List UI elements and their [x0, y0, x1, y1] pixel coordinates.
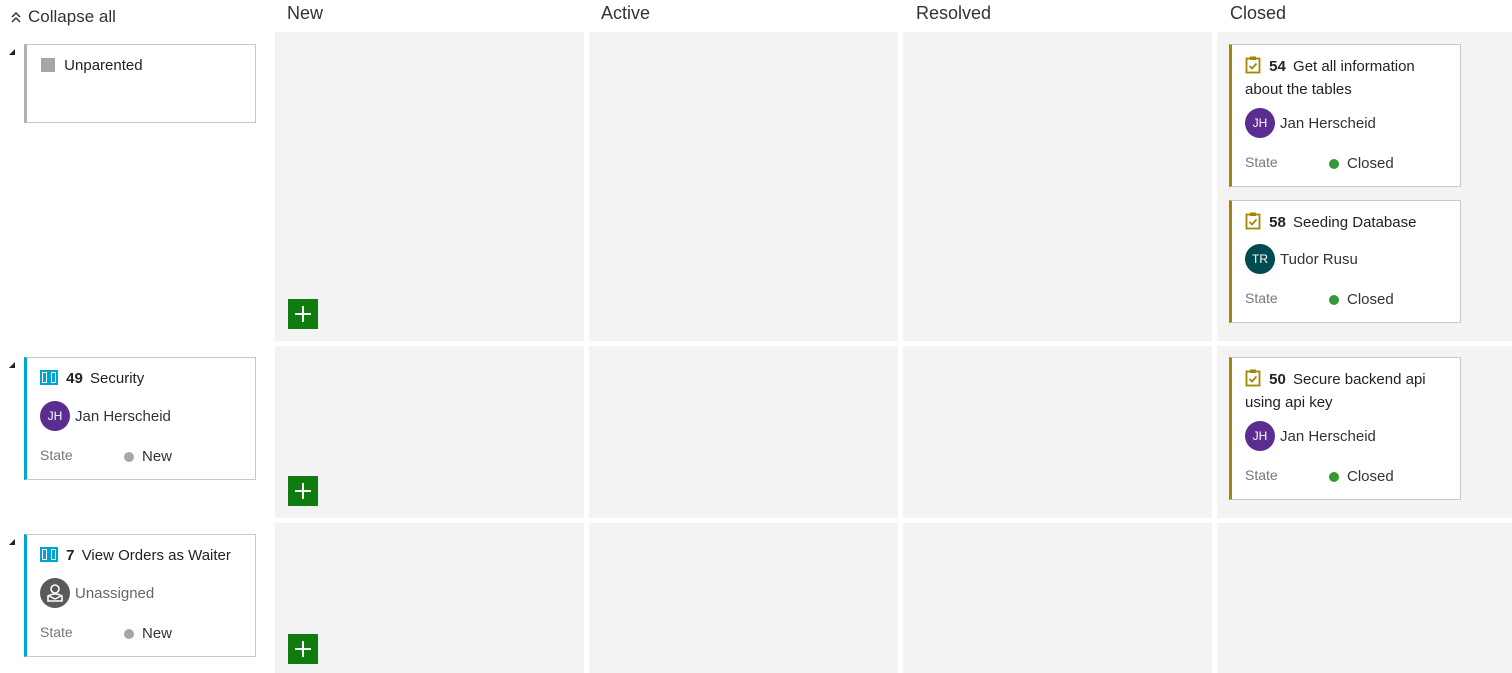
- row-collapse-toggle-icon[interactable]: [9, 49, 15, 55]
- state-label: State: [40, 624, 73, 640]
- state-new-dot-icon: [124, 451, 134, 462]
- column-header-active: Active: [601, 3, 651, 23]
- card-assignee[interactable]: JH Jan Herscheid: [1245, 108, 1376, 138]
- add-task-button[interactable]: [288, 634, 318, 664]
- task-card-54[interactable]: 54 Get all information about the tables …: [1229, 44, 1461, 187]
- unparented-icon: [40, 57, 56, 79]
- cell-view-orders-new: [275, 523, 584, 673]
- column-header-new: New: [287, 3, 324, 23]
- state-text: Closed: [1347, 291, 1394, 308]
- cell-security-resolved: [903, 346, 1212, 518]
- state-value[interactable]: New: [124, 448, 172, 465]
- avatar: JH: [40, 401, 70, 431]
- cell-security-new: [275, 346, 584, 518]
- cell-view-orders-closed: [1217, 523, 1512, 673]
- state-label: State: [1245, 154, 1278, 170]
- assignee-name: Jan Herscheid: [75, 407, 171, 425]
- assignee-name: Unassigned: [75, 584, 155, 602]
- column-header-closed: Closed: [1230, 3, 1287, 23]
- task-clipboard-icon: [1245, 369, 1261, 393]
- card-title-row: 58 Seeding Database: [1245, 212, 1450, 236]
- card-title[interactable]: Security: [90, 370, 144, 387]
- add-task-button[interactable]: [288, 476, 318, 506]
- state-closed-dot-icon: [1329, 471, 1339, 482]
- card-id: 58: [1269, 214, 1286, 231]
- state-new-dot-icon: [124, 628, 134, 639]
- avatar: JH: [1245, 108, 1275, 138]
- book-icon: [40, 370, 58, 392]
- cell-view-orders-resolved: [903, 523, 1212, 673]
- card-title: Unparented: [64, 57, 143, 74]
- unassigned-user-icon: [40, 578, 70, 608]
- state-label: State: [1245, 467, 1278, 483]
- assignee-name: Tudor Rusu: [1280, 250, 1358, 268]
- plus-icon: [295, 306, 311, 322]
- card-title-row: 54 Get all information about the tables: [1245, 56, 1450, 100]
- card-id: 49: [66, 370, 83, 387]
- column-header-resolved: Resolved: [916, 3, 992, 23]
- avatar: JH: [1245, 421, 1275, 451]
- parent-card-security[interactable]: 49 Security JH Jan Herscheid State New: [24, 357, 256, 480]
- card-title-row: Unparented: [40, 56, 245, 79]
- add-task-button[interactable]: [288, 299, 318, 329]
- parent-card-unparented[interactable]: Unparented: [24, 44, 256, 123]
- plus-icon: [295, 483, 311, 499]
- task-clipboard-icon: [1245, 56, 1261, 80]
- cell-security-active: [589, 346, 898, 518]
- double-chevron-up-icon: [11, 11, 21, 23]
- state-closed-dot-icon: [1329, 294, 1339, 305]
- row-collapse-toggle-icon[interactable]: [9, 539, 15, 545]
- state-label: State: [1245, 290, 1278, 306]
- card-title-row: 50 Secure backend api using api key: [1245, 369, 1450, 413]
- state-label: State: [40, 447, 73, 463]
- cell-unparented-active: [589, 32, 898, 341]
- card-title[interactable]: Seeding Database: [1293, 214, 1416, 231]
- assignee-name: Jan Herscheid: [1280, 427, 1376, 445]
- collapse-all-label: Collapse all: [28, 7, 116, 26]
- task-card-58[interactable]: 58 Seeding Database TR Tudor Rusu State …: [1229, 200, 1461, 323]
- collapse-all-button[interactable]: Collapse all: [8, 5, 116, 29]
- plus-icon: [295, 641, 311, 657]
- state-text: Closed: [1347, 155, 1394, 172]
- parent-card-view-orders[interactable]: 7 View Orders as Waiter Unassigned State…: [24, 534, 256, 657]
- card-title[interactable]: View Orders as Waiter: [82, 547, 231, 564]
- cell-unparented-new: [275, 32, 584, 341]
- cell-unparented-resolved: [903, 32, 1212, 341]
- state-value[interactable]: New: [124, 625, 172, 642]
- state-value[interactable]: Closed: [1329, 155, 1394, 172]
- card-title-row: 49 Security: [40, 369, 245, 392]
- card-assignee[interactable]: Unassigned: [40, 578, 154, 608]
- card-title-row: 7 View Orders as Waiter: [40, 546, 245, 569]
- task-card-50[interactable]: 50 Secure backend api using api key JH J…: [1229, 357, 1461, 500]
- state-text: Closed: [1347, 468, 1394, 485]
- card-assignee[interactable]: JH Jan Herscheid: [1245, 421, 1376, 451]
- card-assignee[interactable]: TR Tudor Rusu: [1245, 244, 1358, 274]
- card-id: 7: [66, 547, 75, 564]
- state-closed-dot-icon: [1329, 158, 1339, 169]
- avatar: TR: [1245, 244, 1275, 274]
- book-icon: [40, 547, 58, 569]
- row-collapse-toggle-icon[interactable]: [9, 362, 15, 368]
- state-value[interactable]: Closed: [1329, 468, 1394, 485]
- state-text: New: [142, 625, 173, 642]
- card-id: 50: [1269, 371, 1286, 388]
- task-clipboard-icon: [1245, 212, 1261, 236]
- card-assignee[interactable]: JH Jan Herscheid: [40, 401, 171, 431]
- state-text: New: [142, 448, 173, 465]
- assignee-name: Jan Herscheid: [1280, 114, 1376, 132]
- state-value[interactable]: Closed: [1329, 291, 1394, 308]
- card-id: 54: [1269, 58, 1286, 75]
- cell-view-orders-active: [589, 523, 898, 673]
